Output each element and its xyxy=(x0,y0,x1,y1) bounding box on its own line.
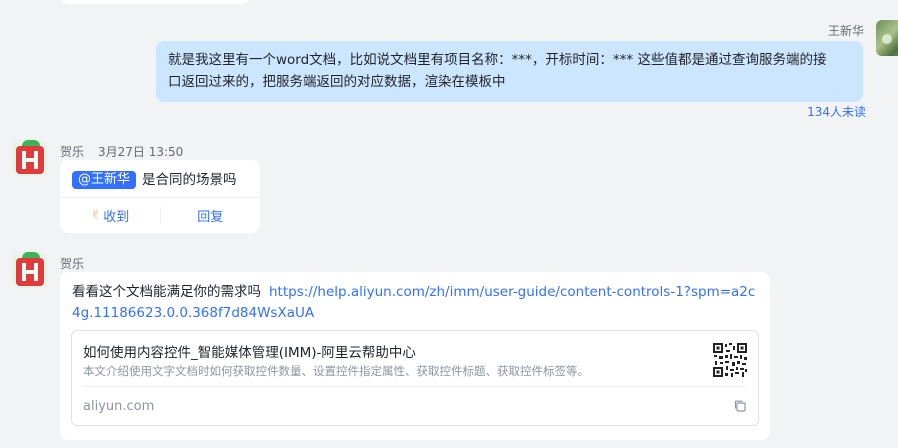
self-message-line-2: 口返回过来的，把服务端返回的对应数据，渲染在模板中 xyxy=(168,74,506,90)
message2-card[interactable]: 看看这个文档能满足你的需求吗 https://help.aliyun.com/zh… xyxy=(60,272,770,440)
ok-hand-icon: ✌ xyxy=(90,208,102,223)
copy-icon[interactable] xyxy=(733,399,747,413)
message1-text: 是合同的场景吗 xyxy=(142,172,237,188)
sender-avatar-2[interactable] xyxy=(12,252,48,288)
message2-sender-name: 贺乐 xyxy=(60,257,85,271)
self-sender-name: 王新华 xyxy=(827,24,864,38)
reply-label: 回复 xyxy=(197,210,224,225)
received-button[interactable]: ✌ 收到 xyxy=(60,198,160,233)
link-preview-divider xyxy=(83,386,747,387)
message2-text: 看看这个文档能满足你的需求吗 xyxy=(72,284,261,300)
link-preview-domain: aliyun.com xyxy=(83,399,155,414)
received-label: 收到 xyxy=(103,210,130,225)
message1-card[interactable]: @王新华 是合同的场景吗 ✌ 收到 回复 xyxy=(60,160,260,233)
message1-actions: ✌ 收到 回复 xyxy=(60,198,260,233)
avatar-h-logo-icon xyxy=(16,146,44,174)
mention-tag[interactable]: @王新华 xyxy=(72,171,137,189)
reply-button[interactable]: 回复 xyxy=(161,198,261,233)
avatar-h-logo-icon xyxy=(16,258,44,286)
link-preview-title[interactable]: 如何使用内容控件_智能媒体管理(IMM)-阿里云帮助中心 xyxy=(83,341,416,361)
link-preview-card[interactable]: 如何使用内容控件_智能媒体管理(IMM)-阿里云帮助中心 本文介绍使用文字文档时… xyxy=(71,330,759,426)
self-message-bubble[interactable]: 就是我这里有一个word文档，比如说文档里有项目名称：***，开标时间：*** … xyxy=(156,41,863,102)
previous-message-card xyxy=(60,0,250,4)
link-preview-description: 本文介绍使用文字文档时如何获取控件数量、设置控件指定属性、获取控件标题、获取控件… xyxy=(83,364,589,378)
message1-sender-name: 贺乐 xyxy=(60,145,85,159)
qr-code-icon[interactable] xyxy=(712,342,748,378)
self-message-line-1: 就是我这里有一个word文档，比如说文档里有项目名称：***，开标时间：*** … xyxy=(168,52,827,68)
unread-count-link[interactable]: 134人未读 xyxy=(807,103,866,120)
message1-timestamp: 3月27日 13:50 xyxy=(98,145,184,159)
message2-text-block: 看看这个文档能满足你的需求吗 https://help.aliyun.com/zh… xyxy=(72,282,762,324)
message1-header: 贺乐 3月27日 13:50 xyxy=(60,143,183,160)
self-avatar[interactable] xyxy=(876,20,898,56)
sender-avatar[interactable] xyxy=(12,140,48,176)
